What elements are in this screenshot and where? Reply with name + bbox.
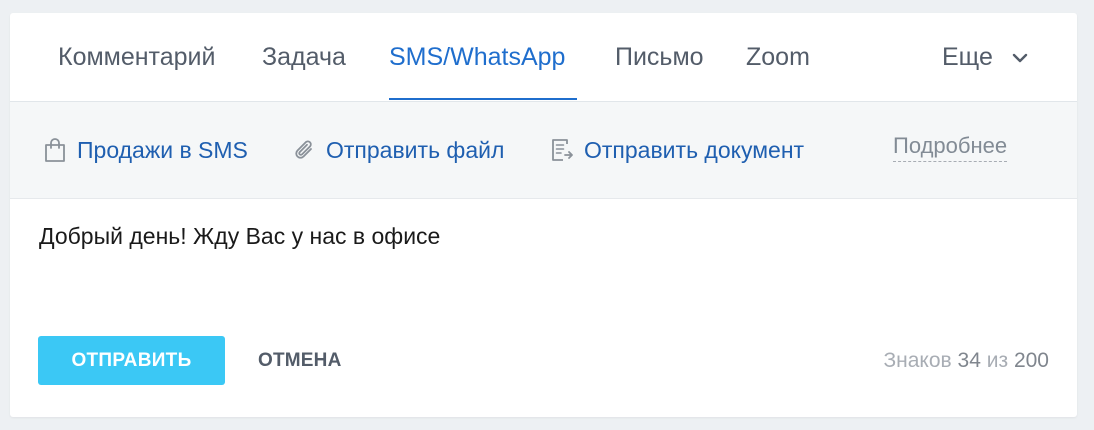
send-button[interactable]: ОТПРАВИТЬ (38, 336, 225, 385)
shopping-bag-icon (45, 138, 65, 162)
active-tab-indicator (389, 98, 577, 100)
cancel-button[interactable]: ОТМЕНА (258, 348, 342, 374)
paperclip-icon (295, 140, 312, 159)
character-counter: Знаков 34 из 200 (883, 348, 1049, 374)
send-document-label: Отправить документ (584, 137, 805, 163)
activity-tabs: Комментарий Задача SMS/WhatsApp Письмо Z… (10, 13, 1077, 102)
counter-max: 200 (1013, 349, 1049, 372)
counter-prefix: Знаков (883, 349, 952, 372)
send-file-label: Отправить файл (326, 137, 505, 163)
message-text-area[interactable]: Добрый день! Жду Вас у нас в офисе (39, 221, 440, 251)
chevron-down-icon (1012, 53, 1028, 63)
more-tabs-button[interactable]: Еще (942, 42, 1028, 72)
more-info-link[interactable]: Подробнее (893, 131, 1008, 162)
sms-toolbar: Продажи в SMS Отправить файл Отправить д… (10, 102, 1077, 199)
sales-in-sms-label: Продажи в SMS (77, 137, 248, 163)
more-tabs-label: Еще (942, 43, 993, 71)
counter-separator: из (986, 349, 1009, 372)
document-icon (552, 139, 573, 161)
tab-zoom[interactable]: Zoom (746, 42, 810, 72)
tab-comment[interactable]: Комментарий (58, 42, 215, 72)
tab-task[interactable]: Задача (262, 42, 346, 72)
tab-sms-whatsapp[interactable]: SMS/WhatsApp (389, 42, 565, 72)
counter-count: 34 (957, 349, 981, 372)
activity-editor-card: Комментарий Задача SMS/WhatsApp Письмо Z… (10, 13, 1077, 417)
tab-email[interactable]: Письмо (615, 42, 704, 72)
